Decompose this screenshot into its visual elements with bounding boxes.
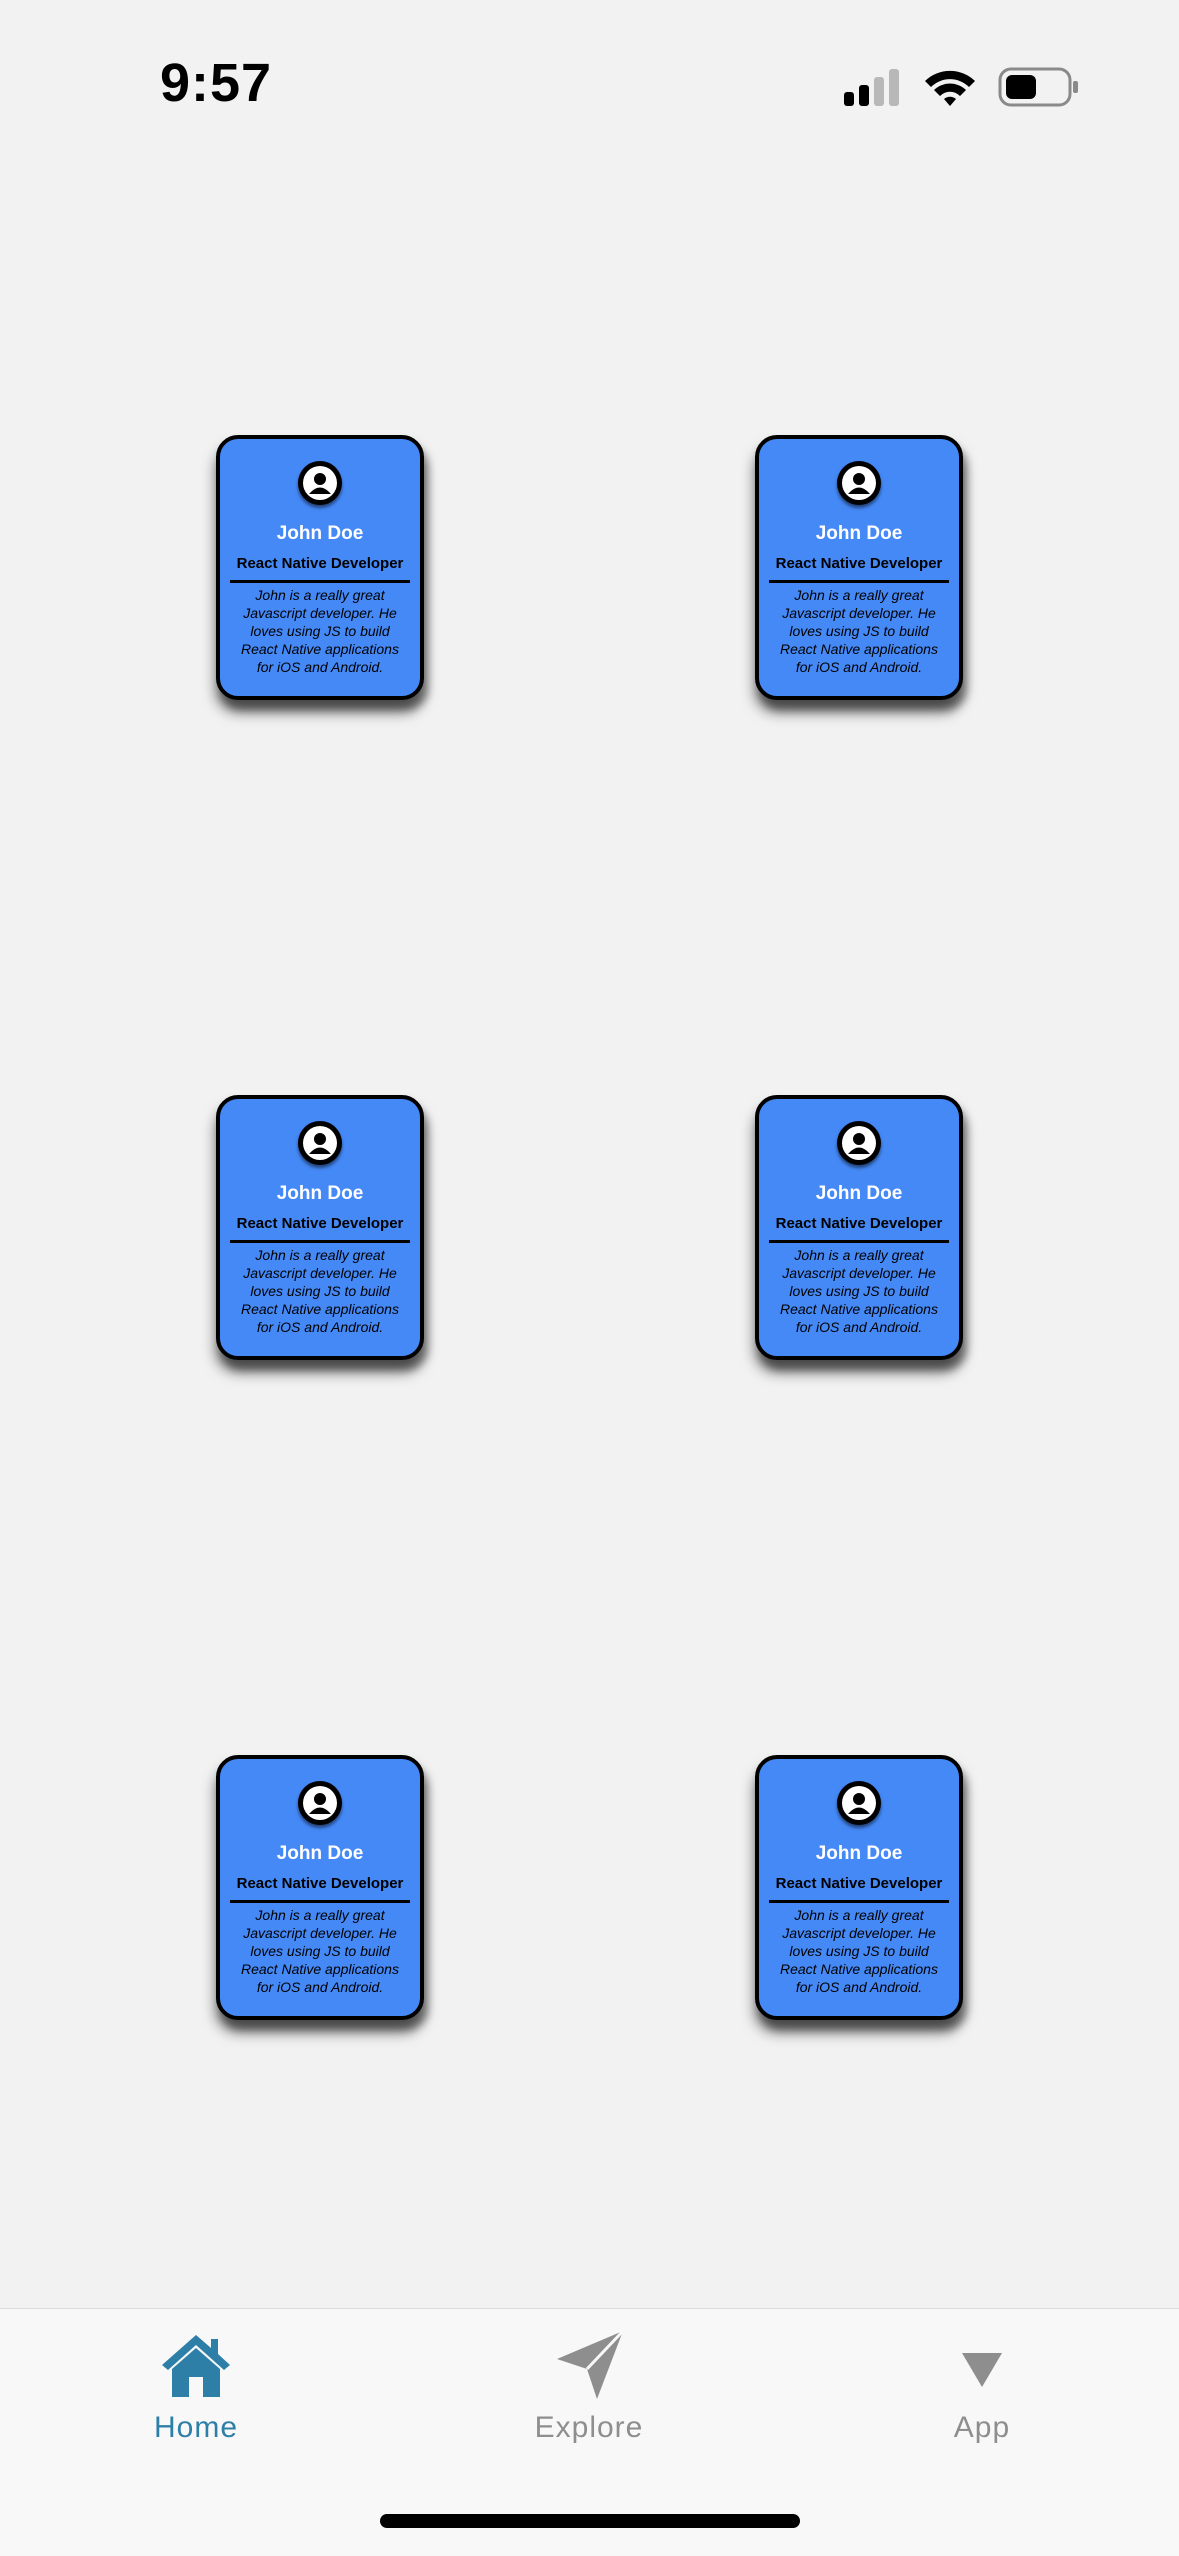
user-icon [842,1126,876,1160]
wifi-icon [925,70,975,106]
battery-icon [998,67,1078,107]
avatar [837,1781,881,1825]
card-divider [230,1240,410,1243]
avatar [837,461,881,505]
card-name: John Doe [815,1183,903,1204]
status-icons [842,64,1082,110]
card-name: John Doe [815,1843,903,1864]
profile-card: John Doe React Native Developer John is a … [755,435,963,700]
card-role: React Native Developer [775,1215,943,1232]
card-role: React Native Developer [775,555,943,572]
avatar [298,461,342,505]
tab-app[interactable]: App [862,2325,1102,2475]
card-divider [230,580,410,583]
profile-card: John Doe React Native Developer John is a … [216,435,424,700]
paper-plane-icon [557,2329,625,2399]
user-icon [303,1126,337,1160]
card-divider [769,1240,949,1243]
card-divider [769,580,949,583]
app-screen: 9:57 John Doe React Native Developer John … [0,0,1179,2556]
card-role: React Native Developer [236,555,404,572]
home-icon [162,2335,230,2397]
user-icon [303,1786,337,1820]
card-name: John Doe [276,523,364,544]
card-bio: John is a really great Javascript develo… [241,587,399,675]
card-divider [769,1900,949,1903]
avatar [298,1781,342,1825]
profile-card: John Doe React Native Developer John is a … [216,1095,424,1360]
tab-explore-label: Explore [534,2411,644,2444]
tab-app-label: App [953,2411,1011,2444]
tab-explore[interactable]: Explore [469,2325,709,2475]
tab-home[interactable]: Home [76,2325,316,2475]
profile-card: John Doe React Native Developer John is a … [755,1755,963,2020]
card-role: React Native Developer [236,1215,404,1232]
card-name: John Doe [815,523,903,544]
profile-card: John Doe React Native Developer John is a … [755,1095,963,1360]
card-divider [230,1900,410,1903]
card-bio: John is a really great Javascript develo… [780,1247,938,1335]
avatar [837,1121,881,1165]
card-name: John Doe [276,1843,364,1864]
card-bio: John is a really great Javascript develo… [241,1247,399,1335]
user-icon [842,1786,876,1820]
triangle-down-icon [962,2353,1002,2387]
card-role: React Native Developer [775,1875,943,1892]
cellular-signal-icon [844,69,899,106]
card-bio: John is a really great Javascript develo… [780,587,938,675]
card-name: John Doe [276,1183,364,1204]
avatar [298,1121,342,1165]
profile-card: John Doe React Native Developer John is a … [216,1755,424,2020]
status-time: 9:57 [160,53,273,113]
card-role: React Native Developer [236,1875,404,1892]
home-indicator [380,2514,800,2528]
user-icon [303,466,337,500]
card-bio: John is a really great Javascript develo… [241,1907,399,1995]
card-bio: John is a really great Javascript develo… [780,1907,938,1995]
user-icon [842,466,876,500]
tab-home-label: Home [153,2411,239,2444]
